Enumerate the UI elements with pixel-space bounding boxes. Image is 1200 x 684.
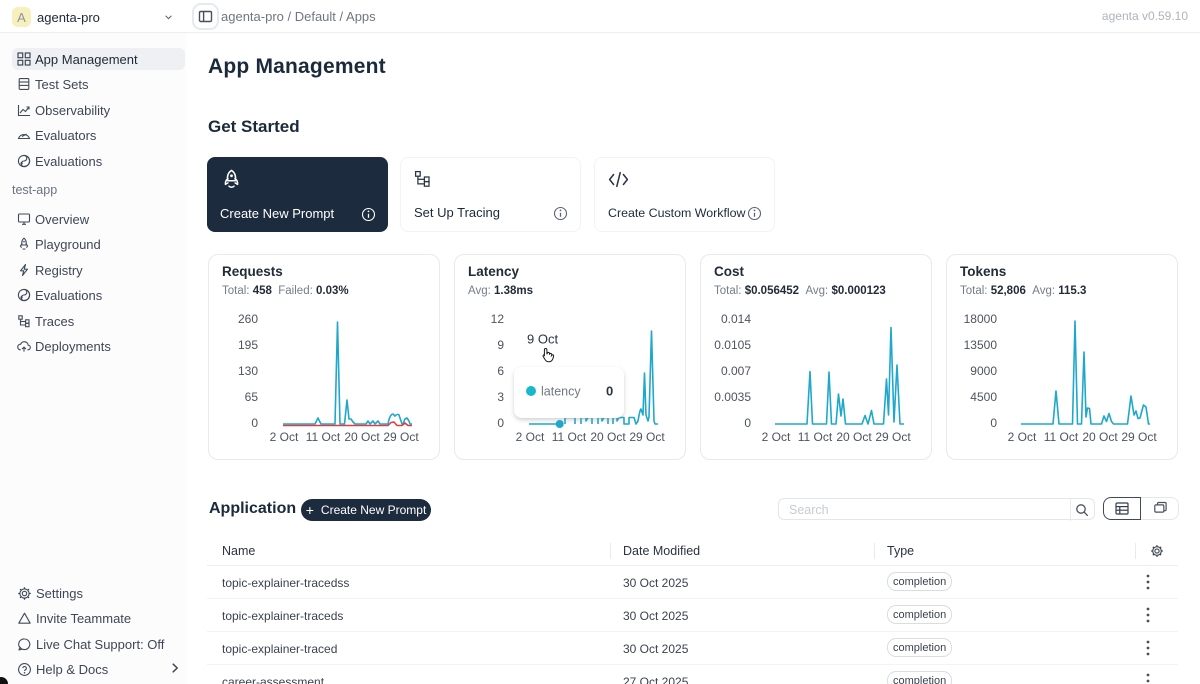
svg-text:4500: 4500 bbox=[970, 390, 997, 404]
svg-text:2 Oct: 2 Oct bbox=[516, 430, 545, 444]
svg-text:0.0035: 0.0035 bbox=[714, 390, 751, 404]
svg-text:11 Oct: 11 Oct bbox=[798, 430, 833, 444]
svg-text:20 Oct: 20 Oct bbox=[344, 430, 380, 444]
svg-text:0.014: 0.014 bbox=[721, 312, 751, 326]
svg-text:latency: latency bbox=[541, 385, 581, 399]
svg-text:11 Oct: 11 Oct bbox=[1044, 430, 1079, 444]
svg-text:13500: 13500 bbox=[964, 338, 998, 352]
svg-text:0.0105: 0.0105 bbox=[714, 338, 751, 352]
svg-text:20 Oct: 20 Oct bbox=[590, 430, 626, 444]
svg-text:260: 260 bbox=[238, 312, 258, 326]
svg-text:65: 65 bbox=[245, 390, 259, 404]
svg-text:130: 130 bbox=[238, 364, 258, 378]
svg-text:12: 12 bbox=[491, 312, 505, 326]
svg-text:195: 195 bbox=[238, 338, 258, 352]
svg-text:0: 0 bbox=[497, 416, 504, 430]
svg-text:29 Oct: 29 Oct bbox=[383, 430, 419, 444]
svg-text:11 Oct: 11 Oct bbox=[306, 430, 341, 444]
svg-text:18000: 18000 bbox=[964, 312, 998, 326]
svg-text:29 Oct: 29 Oct bbox=[1121, 430, 1157, 444]
svg-text:20 Oct: 20 Oct bbox=[1082, 430, 1118, 444]
svg-text:2 Oct: 2 Oct bbox=[1008, 430, 1037, 444]
svg-text:9000: 9000 bbox=[970, 364, 997, 378]
svg-text:2 Oct: 2 Oct bbox=[270, 430, 299, 444]
svg-text:0: 0 bbox=[251, 416, 258, 430]
svg-text:9: 9 bbox=[497, 338, 504, 352]
svg-text:3: 3 bbox=[497, 390, 504, 404]
svg-text:11 Oct: 11 Oct bbox=[552, 430, 587, 444]
svg-text:6: 6 bbox=[497, 364, 504, 378]
svg-text:20 Oct: 20 Oct bbox=[836, 430, 872, 444]
svg-text:0.007: 0.007 bbox=[721, 364, 751, 378]
svg-text:29 Oct: 29 Oct bbox=[875, 430, 911, 444]
svg-text:0: 0 bbox=[606, 384, 613, 399]
svg-text:29 Oct: 29 Oct bbox=[629, 430, 665, 444]
svg-text:0: 0 bbox=[744, 416, 751, 430]
svg-text:0: 0 bbox=[990, 416, 997, 430]
svg-text:2 Oct: 2 Oct bbox=[762, 430, 791, 444]
svg-text:9 Oct: 9 Oct bbox=[527, 332, 558, 347]
